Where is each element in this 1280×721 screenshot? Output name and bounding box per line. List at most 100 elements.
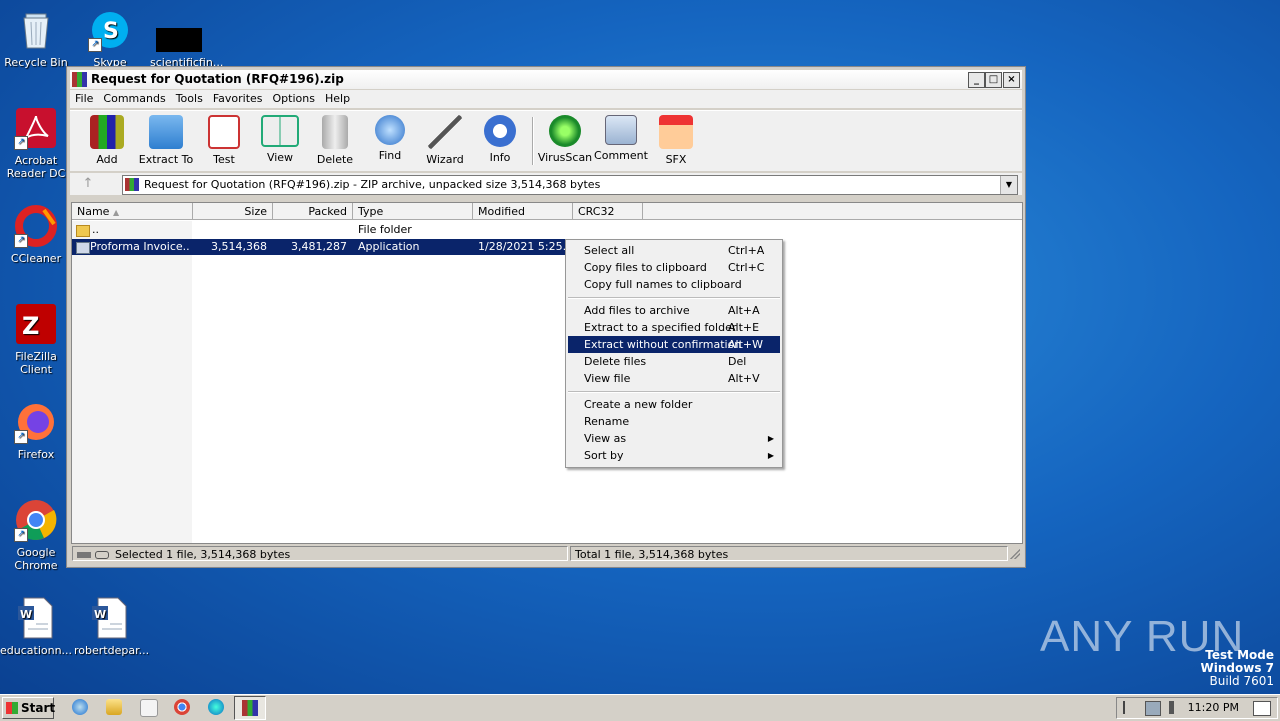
view-book-icon xyxy=(261,115,299,147)
start-button[interactable]: Start xyxy=(2,697,55,719)
skype-icon: S ↗ xyxy=(88,8,132,52)
menu-help[interactable]: Help xyxy=(320,90,355,108)
close-button[interactable]: × xyxy=(1003,72,1020,88)
minimize-button[interactable]: _ xyxy=(968,72,985,88)
menu-item-extract-to-folder[interactable]: Extract to a specified folder Alt+E xyxy=(568,319,780,336)
desktop-icon-acrobat[interactable]: ↗ Acrobat Reader DC xyxy=(0,106,72,180)
folder-icon xyxy=(76,222,90,238)
winrar-app-icon xyxy=(72,72,87,87)
wand-icon xyxy=(428,115,462,149)
menu-commands[interactable]: Commands xyxy=(98,90,170,108)
recycle-bin-icon xyxy=(14,8,58,52)
row-type: Application xyxy=(358,240,420,253)
desktop-icon-ccleaner[interactable]: ↗ CCleaner xyxy=(0,204,72,265)
menu-item-delete-files[interactable]: Delete files Del xyxy=(568,353,780,370)
view-button[interactable]: View xyxy=(252,115,308,164)
desktop-icon-robertdepar[interactable]: W robertdepar... xyxy=(74,596,149,657)
add-button[interactable]: Add xyxy=(79,115,135,166)
up-arrow-icon[interactable]: ↑ xyxy=(78,176,98,192)
menu-favorites[interactable]: Favorites xyxy=(208,90,268,108)
menu-item-select-all[interactable]: Select all Ctrl+A xyxy=(568,242,780,259)
volume-icon[interactable] xyxy=(1169,701,1181,714)
svg-text:Z: Z xyxy=(22,312,39,340)
menu-item-add-files[interactable]: Add files to archive Alt+A xyxy=(568,302,780,319)
desktop-icon-skype[interactable]: S ↗ Skype xyxy=(74,8,146,69)
desktop-icon-label: Recycle Bin xyxy=(4,56,68,69)
virus-scan-icon xyxy=(549,115,581,147)
test-clipboard-icon xyxy=(208,115,240,149)
chrome-taskbar-icon[interactable] xyxy=(174,699,190,715)
info-icon xyxy=(484,115,516,147)
add-label: Add xyxy=(96,153,118,166)
action-center-flag-icon[interactable] xyxy=(1123,701,1137,714)
desktop-icon-recycle-bin[interactable]: Recycle Bin xyxy=(0,8,72,69)
delete-button[interactable]: Delete xyxy=(307,115,363,166)
extract-to-button[interactable]: Extract To xyxy=(138,115,194,166)
comment-button[interactable]: Comment xyxy=(593,115,649,162)
test-button[interactable]: Test xyxy=(196,115,252,166)
menu-item-view-as[interactable]: View as ▶ xyxy=(568,430,780,447)
shortcut-arrow-icon: ↗ xyxy=(14,136,28,150)
trash-icon xyxy=(322,115,348,149)
table-row-selected[interactable]: Proforma Invoice... 3,514,368 3,481,287 … xyxy=(72,239,642,255)
menu-item-sort-by[interactable]: Sort by ▶ xyxy=(568,447,780,464)
desktop-icon-filezilla[interactable]: Z FileZilla Client xyxy=(0,302,72,376)
add-archive-icon xyxy=(90,115,124,149)
wizard-label: Wizard xyxy=(426,153,464,166)
find-label: Find xyxy=(378,149,402,162)
word-document-icon: W xyxy=(14,596,58,640)
desktop-icon-firefox[interactable]: ↗ Firefox xyxy=(0,400,72,461)
firefox-icon: ↗ xyxy=(14,400,58,444)
row-name: .. xyxy=(92,223,99,236)
maximize-button[interactable]: □ xyxy=(985,72,1002,88)
table-row-parent[interactable]: .. File folder xyxy=(72,222,642,238)
sfx-button[interactable]: SFX xyxy=(648,115,704,166)
title-bar[interactable]: Request for Quotation (RFQ#196).zip _ □ … xyxy=(70,70,1022,89)
resize-grip-icon[interactable] xyxy=(1010,549,1020,559)
menu-item-copy-files[interactable]: Copy files to clipboard Ctrl+C xyxy=(568,259,780,276)
sfx-label: SFX xyxy=(665,153,687,166)
internet-explorer-icon[interactable] xyxy=(72,699,88,715)
menu-item-extract-without-confirmation[interactable]: Extract without confirmation Alt+W xyxy=(568,336,780,353)
menu-item-rename[interactable]: Rename xyxy=(568,413,780,430)
shortcut-arrow-icon: ↗ xyxy=(88,38,102,52)
delete-label: Delete xyxy=(316,153,354,166)
column-header-crc32[interactable]: CRC32 xyxy=(573,203,643,220)
chrome-icon: ↗ xyxy=(14,498,58,542)
virusscan-button[interactable]: VirusScan xyxy=(537,115,593,164)
show-desktop-icon[interactable] xyxy=(1253,701,1271,716)
wizard-button[interactable]: Wizard xyxy=(417,115,473,166)
submenu-arrow-icon: ▶ xyxy=(767,451,774,460)
address-field[interactable]: Request for Quotation (RFQ#196).zip - ZI… xyxy=(122,175,1018,195)
column-header-size[interactable]: Size xyxy=(193,203,273,220)
explorer-folder-icon[interactable] xyxy=(106,699,122,715)
row-modified: 1/28/2021 5:25... xyxy=(478,240,573,253)
drive-icon xyxy=(77,552,91,558)
desktop-icon-chrome[interactable]: ↗ Google Chrome xyxy=(0,498,72,572)
menu-file[interactable]: File xyxy=(70,90,98,108)
taskbar-winrar-button[interactable] xyxy=(234,696,266,720)
name-column-shade xyxy=(72,221,192,543)
menu-tools[interactable]: Tools xyxy=(171,90,208,108)
menu-item-copy-full-names[interactable]: Copy full names to clipboard xyxy=(568,276,780,293)
desktop-icon-scientificfin[interactable]: scientificfin... xyxy=(150,8,223,69)
menu-item-view-file[interactable]: View file Alt+V xyxy=(568,370,780,387)
status-left-text: Selected 1 file, 3,514,368 bytes xyxy=(115,548,291,561)
clock[interactable]: 11:20 PM xyxy=(1188,698,1239,718)
column-header-packed[interactable]: Packed xyxy=(273,203,353,220)
media-player-icon[interactable] xyxy=(140,699,158,717)
find-button[interactable]: Find xyxy=(362,115,418,162)
network-icon[interactable] xyxy=(1145,701,1161,716)
menu-options[interactable]: Options xyxy=(268,90,320,108)
menu-item-create-folder[interactable]: Create a new folder xyxy=(568,396,780,413)
column-header-modified[interactable]: Modified xyxy=(473,203,573,220)
context-menu: Select all Ctrl+A Copy files to clipboard… xyxy=(565,239,783,468)
desktop-icon-educationn[interactable]: W educationn... xyxy=(0,596,72,657)
edge-icon[interactable] xyxy=(208,699,224,715)
dropdown-arrow-icon[interactable]: ▼ xyxy=(1000,176,1017,194)
column-header-type[interactable]: Type xyxy=(353,203,473,220)
column-header-name[interactable]: Name ▲ xyxy=(72,203,193,220)
file-list[interactable]: Name ▲ Size Packed Type Modified CRC32 .… xyxy=(71,202,1023,544)
shortcut-arrow-icon: ↗ xyxy=(14,234,28,248)
info-button[interactable]: Info xyxy=(472,115,528,164)
